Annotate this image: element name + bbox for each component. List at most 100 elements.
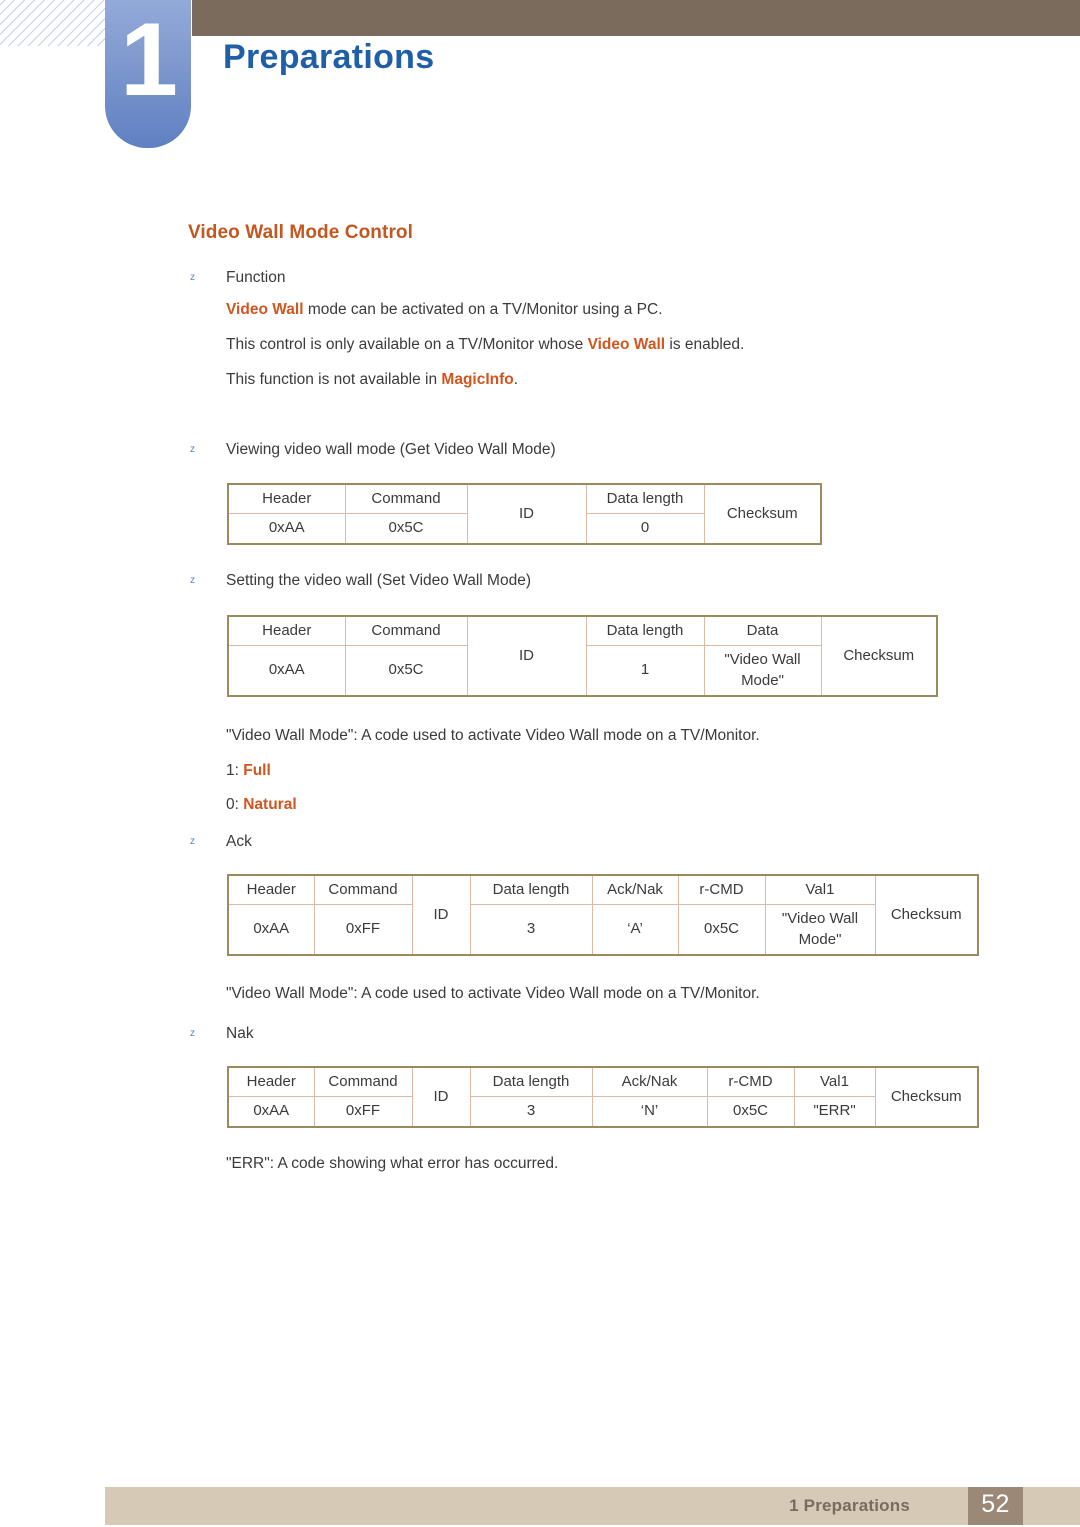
function-line-2-highlight: Video Wall [587, 336, 666, 353]
table-get-video-wall-mode: Header Command ID Data length Checksum 0… [227, 483, 822, 545]
td-data-length-value: 3 [469, 1096, 593, 1127]
err-description: "ERR": A code showing what error has occ… [226, 1155, 559, 1172]
td-header-value: 0xAA [227, 513, 346, 544]
function-line-2: This control is only available on a TV/M… [226, 336, 744, 354]
th-command: Command [313, 874, 413, 906]
code-full: 1: Full [226, 762, 271, 780]
section-heading: Video Wall Mode Control [188, 222, 414, 243]
th-data-length: Data length [469, 874, 593, 906]
bullet-icon: z [190, 1028, 195, 1039]
bullet-ack: z Ack [190, 833, 252, 851]
bullet-ack-label: Ack [226, 833, 252, 850]
table-row: 0xAA 0xFF 3 ‘A’ 0x5C "Video Wall Mode" [227, 904, 978, 956]
bullet-setting-wall-label: Setting the video wall (Set Video Wall M… [226, 572, 531, 589]
table-set-video-wall-mode: Header Command ID Data length Data Check… [227, 615, 938, 697]
function-line-1-rest: mode can be activated on a TV/Monitor us… [303, 301, 663, 318]
function-line-2-post: is enabled. [665, 336, 745, 353]
decorative-hatch-pattern [0, 0, 108, 46]
bullet-viewing-mode: z Viewing video wall mode (Get Video Wall… [190, 441, 556, 459]
function-line-2-pre: This control is only available on a TV/M… [226, 336, 588, 353]
td-r-cmd-value: 0x5C [706, 1096, 795, 1127]
table-row: Header Command ID Data length Checksum [227, 483, 822, 544]
td-data-value: "Video Wall Mode" [703, 645, 822, 697]
bullet-icon: z [190, 575, 195, 586]
td-data-length-value: 1 [585, 645, 705, 697]
th-id: ID [411, 874, 471, 956]
code-full-prefix: 1: [226, 762, 244, 779]
th-command: Command [344, 483, 468, 515]
th-command: Command [313, 1066, 413, 1098]
code-natural: 0: Natural [226, 796, 297, 814]
code-full-value: Full [243, 762, 271, 779]
th-header: Header [227, 1066, 315, 1098]
th-checksum: Checksum [874, 1066, 979, 1127]
table-row: Header Command ID Data length Ack/Nak r-… [227, 874, 979, 956]
bullet-nak: z Nak [190, 1025, 254, 1043]
th-data-length: Data length [469, 1066, 593, 1098]
table-nak: Header Command ID Data length Ack/Nak r-… [227, 1066, 979, 1128]
td-header-value: 0xAA [227, 645, 346, 697]
td-val1-value: "Video Wall Mode" [764, 904, 876, 956]
bullet-setting-wall: z Setting the video wall (Set Video Wall … [190, 572, 531, 590]
th-r-cmd: r-CMD [677, 874, 766, 906]
th-val1: Val1 [793, 1066, 876, 1098]
th-id: ID [466, 615, 587, 697]
th-checksum: Checksum [820, 615, 938, 697]
th-data-length: Data length [585, 615, 705, 647]
footer-chapter-label: 1 Preparations [789, 1496, 910, 1515]
th-header: Header [227, 874, 315, 906]
td-header-value: 0xAA [227, 1096, 315, 1127]
td-ack-nak-value: ‘N’ [591, 1096, 708, 1127]
bullet-icon: z [190, 444, 195, 455]
bullet-icon: z [190, 836, 195, 847]
table-ack: Header Command ID Data length Ack/Nak r-… [227, 874, 979, 956]
chapter-tab: 1 [105, 0, 191, 148]
td-data-length-value: 0 [585, 513, 705, 544]
th-ack-nak: Ack/Nak [591, 1066, 708, 1098]
videowall-mode-description: "Video Wall Mode": A code used to activa… [226, 727, 760, 744]
th-command: Command [344, 615, 468, 647]
td-ack-nak-value: ‘A’ [591, 904, 679, 956]
td-command-value: 0x5C [344, 513, 468, 544]
table-row: 0xAA 0xFF 3 ‘N’ 0x5C "ERR" [227, 1096, 978, 1127]
footer-page-number: 52 [981, 1490, 1010, 1518]
td-r-cmd-value: 0x5C [677, 904, 766, 956]
td-command-value: 0x5C [344, 645, 468, 697]
videowall-mode-description-2: "Video Wall Mode": A code used to activa… [226, 985, 760, 1002]
chapter-title: Preparations [223, 38, 435, 76]
table-row: Header Command ID Data length Ack/Nak r-… [227, 1066, 979, 1127]
td-val1-value: "ERR" [793, 1096, 876, 1127]
th-data: Data [703, 615, 822, 647]
function-line-3-pre: This function is not available in [226, 371, 442, 388]
td-command-value: 0xFF [313, 904, 413, 956]
th-header: Header [227, 483, 346, 515]
th-val1: Val1 [764, 874, 876, 906]
th-id: ID [466, 483, 587, 544]
bullet-viewing-mode-label: Viewing video wall mode (Get Video Wall … [226, 441, 556, 458]
th-checksum: Checksum [874, 874, 979, 956]
td-header-value: 0xAA [227, 904, 315, 956]
th-id: ID [411, 1066, 471, 1127]
th-checksum: Checksum [703, 483, 822, 544]
bullet-function: z Function [190, 269, 285, 287]
th-data-length: Data length [585, 483, 705, 515]
header-band [192, 0, 1080, 36]
th-header: Header [227, 615, 346, 647]
code-natural-prefix: 0: [226, 796, 244, 813]
code-natural-value: Natural [243, 796, 297, 813]
chapter-number: 1 [120, 2, 178, 118]
th-r-cmd: r-CMD [706, 1066, 795, 1098]
table-row: Header Command ID Data length Data Check… [227, 615, 938, 697]
th-ack-nak: Ack/Nak [591, 874, 679, 906]
function-line-1-highlight: Video Wall [226, 301, 304, 318]
bullet-icon: z [190, 272, 195, 283]
td-command-value: 0xFF [313, 1096, 413, 1127]
function-line-3-post: . [513, 371, 519, 388]
td-data-length-value: 3 [469, 904, 593, 956]
bullet-nak-label: Nak [226, 1025, 254, 1042]
function-line-1: Video Wall mode can be activated on a TV… [226, 301, 663, 319]
bullet-function-label: Function [226, 269, 286, 286]
function-line-3: This function is not available in MagicI… [226, 371, 518, 389]
footer-bar [105, 1487, 1080, 1525]
function-line-3-highlight: MagicInfo [441, 371, 514, 388]
